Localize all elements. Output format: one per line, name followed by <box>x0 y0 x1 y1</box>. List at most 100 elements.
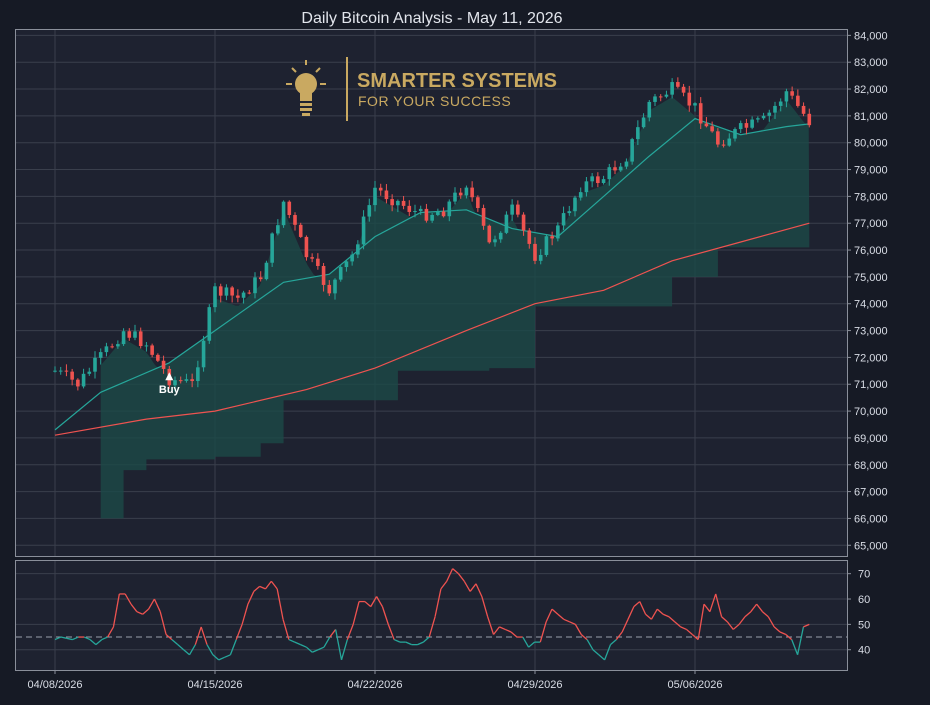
candle-body <box>573 197 577 212</box>
candle-body <box>567 211 572 214</box>
candle-body <box>578 192 583 198</box>
osc-tick-label: 40 <box>858 645 870 657</box>
candle-body <box>550 236 554 239</box>
price-tick-label: 67,000 <box>854 487 888 499</box>
candle-body <box>727 138 732 146</box>
candle-body <box>778 101 783 106</box>
candle-body <box>533 243 537 261</box>
candle-body <box>493 239 497 243</box>
candle-body <box>596 176 600 184</box>
candle-body <box>510 204 514 215</box>
date-tick-label: 05/06/2026 <box>667 679 722 691</box>
candle-body <box>127 331 132 338</box>
candle-body <box>81 373 86 387</box>
candle-body <box>487 225 492 243</box>
candle-body <box>681 86 686 93</box>
candle-body <box>807 113 812 126</box>
candle-body <box>584 181 589 193</box>
candle-body <box>384 190 389 200</box>
candle-body <box>498 232 503 240</box>
price-tick-label: 83,000 <box>854 57 888 69</box>
candle-body <box>64 370 69 372</box>
candle-body <box>104 346 109 353</box>
candle-body <box>270 233 274 263</box>
candle-body <box>676 82 680 87</box>
candle-body <box>784 91 789 102</box>
price-axis: 65,000 66,000 67,000 68,000 69,000 70,000 71,0… <box>847 30 888 552</box>
candle-body <box>436 211 440 215</box>
candle-body <box>230 287 234 296</box>
price-tick-label: 66,000 <box>854 513 888 525</box>
candle-body <box>196 367 200 382</box>
oscillator-axis: 40 50 60 70 <box>847 569 870 657</box>
candle-body <box>224 287 229 296</box>
candle-body <box>744 123 749 128</box>
candle-body <box>58 370 63 372</box>
price-tick-label: 65,000 <box>854 540 888 552</box>
candle-body <box>424 208 429 221</box>
candle-body <box>156 354 160 361</box>
price-tick-label: 84,000 <box>854 30 888 42</box>
candle-body <box>253 277 257 294</box>
candle-body <box>344 261 349 268</box>
candle-body <box>378 187 383 191</box>
candle-body <box>447 201 452 217</box>
candle-body <box>373 187 377 206</box>
candle-body <box>236 295 240 298</box>
candle-body <box>601 179 606 184</box>
price-tick-label: 81,000 <box>854 111 888 123</box>
candle-body <box>670 82 674 95</box>
price-tick-label: 79,000 <box>854 165 888 177</box>
candle-body <box>218 286 223 296</box>
candle-body <box>590 176 594 182</box>
candle-body <box>476 197 480 209</box>
candle-body <box>407 205 412 212</box>
price-tick-label: 75,000 <box>854 272 888 284</box>
candle-body <box>761 115 766 119</box>
oscillator-panel <box>15 560 848 671</box>
osc-tick-label: 50 <box>858 619 870 631</box>
price-tick-label: 72,000 <box>854 352 888 364</box>
candle-body <box>264 262 269 280</box>
candle-body <box>390 199 394 206</box>
candle-body <box>281 201 286 226</box>
candle-body <box>247 292 252 294</box>
candle-body <box>716 131 720 145</box>
candle-body <box>178 380 183 382</box>
candle-body <box>396 200 400 206</box>
candle-body <box>698 103 703 124</box>
candle-body <box>767 112 772 116</box>
candle-body <box>733 129 737 139</box>
price-tick-label: 77,000 <box>854 218 888 230</box>
candle-body <box>418 208 423 212</box>
candle-body <box>161 360 166 369</box>
candle-body <box>630 139 634 162</box>
candle-body <box>76 379 80 387</box>
price-tick-label: 82,000 <box>854 84 888 96</box>
candle-body <box>190 379 194 382</box>
osc-tick-label: 70 <box>858 569 870 581</box>
candle-body <box>350 254 354 262</box>
price-tick-label: 68,000 <box>854 460 888 472</box>
candle-body <box>516 204 520 215</box>
candle-body <box>316 258 320 266</box>
chart-stage: Daily Bitcoin Analysis - May 11, 2026 SM… <box>0 0 930 700</box>
candle-body <box>544 236 549 255</box>
candle-body <box>258 277 263 280</box>
date-tick-label: 04/29/2026 <box>507 679 562 691</box>
price-tick-label: 78,000 <box>854 191 888 203</box>
candle-body <box>116 344 120 347</box>
candle-body <box>618 166 623 171</box>
candle-body <box>710 126 714 132</box>
osc-tick-label: 60 <box>858 594 870 606</box>
candle-body <box>704 123 709 127</box>
date-axis: 04/08/2026 04/15/2026 04/22/2026 04/29/2026… <box>27 670 723 691</box>
bitcoin-chart: Daily Bitcoin Analysis - May 11, 2026 SM… <box>15 10 888 691</box>
candle-body <box>304 236 309 258</box>
candle-body <box>756 118 760 120</box>
candle-body <box>150 345 154 355</box>
price-tick-label: 71,000 <box>854 379 888 391</box>
candle-body <box>653 96 657 102</box>
candle-body <box>750 119 754 128</box>
price-tick-label: 69,000 <box>854 433 888 445</box>
